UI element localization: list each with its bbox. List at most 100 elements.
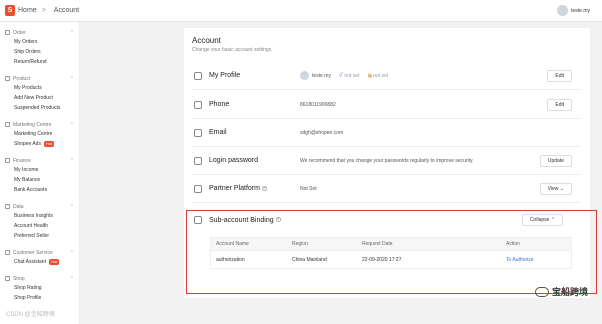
table-header: Account Name Region Request Date Action [211,238,571,251]
section-title: Data [13,203,24,210]
section-title: Shop [13,275,25,282]
button-label: View [547,185,559,192]
sidebar-item-account-health[interactable]: Account Health [0,221,79,231]
finance-icon [5,158,10,163]
user-menu[interactable]: teste.my [557,5,590,16]
chevron-down-icon: ⌄ [559,185,564,192]
sidebar-item-my-products[interactable]: My Products [0,83,79,93]
sidebar-section-header[interactable]: Product ⌃ [0,74,79,83]
sidebar-section-finance: Finance ⌃ My Income My Balance Bank Accou… [0,156,79,195]
shopee-logo-icon[interactable]: S [5,5,15,16]
sidebar-section-header[interactable]: Marketing Centre ⌃ [0,120,79,129]
item-label: Shopee Ads [14,141,41,147]
partner-view-button[interactable]: View ⌄ [539,182,572,195]
chevron-up-icon: ⌃ [69,203,74,210]
avatar [557,5,569,16]
marketing-icon [5,122,10,127]
chevron-up-icon: ⌃ [69,75,74,82]
sidebar-section-data: Data ⌃ Business Insights Account Health P… [0,202,79,241]
tag-label: not set [344,72,360,79]
sidebar-section-customer-service: Customer Service ⌃ Chat Assistant Hot [0,248,79,267]
phone-row: Phone 8618011900882 Edit [192,91,580,119]
chevron-up-icon: ⌃ [69,29,74,36]
profile-value: teste.my ⚥not set ▣not set [300,71,547,80]
sidebar-item-ship-orders[interactable]: Ship Orders [0,47,79,57]
cell-region: China Mainland [292,257,327,263]
sidebar-section-product: Product ⌃ My Products Add New Product Sus… [0,74,79,113]
sidebar-item-marketing-centre[interactable]: Marketing Centre [0,129,79,139]
cell-account: authorization [216,257,245,263]
top-bar: S Home > Account teste.my [0,0,602,22]
sidebar-item-add-product[interactable]: Add New Product [0,93,79,103]
sidebar-item-my-orders[interactable]: My Orders [0,37,79,47]
sidebar-section-order: Order ⌃ My Orders Ship Orders Return/Refu… [0,28,79,67]
password-row: Login password We recommend that you cha… [192,147,580,175]
sidebar-item-suspended-products[interactable]: Suspended Products [0,103,79,113]
sidebar-section-marketing: Marketing Centre ⌃ Marketing Centre Shope… [0,120,79,149]
sidebar-item-return-refund[interactable]: Return/Refund [0,57,79,67]
section-title: Customer Service [13,249,53,256]
item-label: Chat Assistant [14,259,46,265]
phone-icon [194,100,202,109]
sidebar-section-header[interactable]: Order ⌃ [0,28,79,37]
hot-badge: Hot [43,141,55,147]
order-icon [5,30,10,35]
partner-value: Not Set [300,185,317,192]
email-row: Email sdgh@shopee.com [192,119,580,147]
sidebar: Order ⌃ My Orders Ship Orders Return/Refu… [0,22,80,324]
sidebar-item-bank-accounts[interactable]: Bank Accounts [0,185,79,195]
password-hint: We recommend that you change your passwo… [300,157,474,164]
column-header: Action [506,241,520,247]
sidebar-item-business-insights[interactable]: Business Insights [0,211,79,221]
sidebar-item-my-income[interactable]: My Income [0,165,79,175]
mail-icon [194,128,202,137]
password-update-button[interactable]: Update [539,154,572,167]
profile-username: teste.my [312,72,331,79]
watermark-text: 宝船跨境 [551,287,588,297]
watermark: 宝船跨境 [534,285,588,298]
table-row: authorization China Mainland 22-09-2020 … [211,252,571,269]
column-header: Request Date [362,241,393,247]
sidebar-section-shop: Shop ⌃ Shop Rating Shop Profile [0,274,79,303]
cell-date: 22-09-2020 17:27 [362,257,402,263]
email-value: sdgh@shopee.com [300,129,344,136]
email-label: Email [209,129,227,136]
data-icon [5,204,10,209]
phone-value: 8618011900882 [300,101,336,108]
breadcrumb-current: Account [53,7,80,14]
sidebar-item-chat-assistant[interactable]: Chat Assistant Hot [0,257,79,267]
phone-edit-button[interactable]: Edit [547,98,572,111]
profile-tag-2: ▣not set [367,73,388,79]
phone-label: Phone [209,101,230,108]
product-icon [5,76,10,81]
profile-row: My Profile teste.my ⚥not set ▣not set Ed… [192,62,580,90]
tag-label: not set [373,72,389,79]
sidebar-section-header[interactable]: Finance ⌃ [0,156,79,165]
chevron-up-icon: ⌃ [69,157,74,164]
page-title: Account [192,36,221,45]
lock-icon [194,156,202,165]
sidebar-section-header[interactable]: Customer Service ⌃ [0,248,79,257]
section-title: Order [13,29,26,36]
sidebar-item-my-balance[interactable]: My Balance [0,175,79,185]
partner-label-text: Partner Platform [209,185,260,192]
cake-icon: ▣ [367,72,373,79]
sidebar-section-header[interactable]: Shop ⌃ [0,274,79,283]
sidebar-item-preferred-seller[interactable]: Preferred Seller [0,231,79,241]
help-icon[interactable]: ? [261,185,267,191]
section-title: Finance [13,157,31,164]
breadcrumb-separator: > [41,7,46,14]
password-label: Login password [209,157,259,164]
profile-edit-button[interactable]: Edit [547,69,572,82]
sidebar-item-shop-profile[interactable]: Shop Profile [0,293,79,303]
wechat-icon [534,286,549,297]
sidebar-item-shop-rating[interactable]: Shop Rating [0,283,79,293]
breadcrumb-home[interactable]: Home [18,7,37,14]
authorize-link[interactable]: To Authorize [506,252,534,269]
section-title: Marketing Centre [13,121,52,128]
username: teste.my [571,7,590,14]
avatar [300,71,309,80]
sidebar-section-header[interactable]: Data ⌃ [0,202,79,211]
subaccount-table: Account Name Region Request Date Action … [210,237,572,269]
sidebar-item-shopee-ads[interactable]: Shopee Ads Hot [0,139,79,149]
